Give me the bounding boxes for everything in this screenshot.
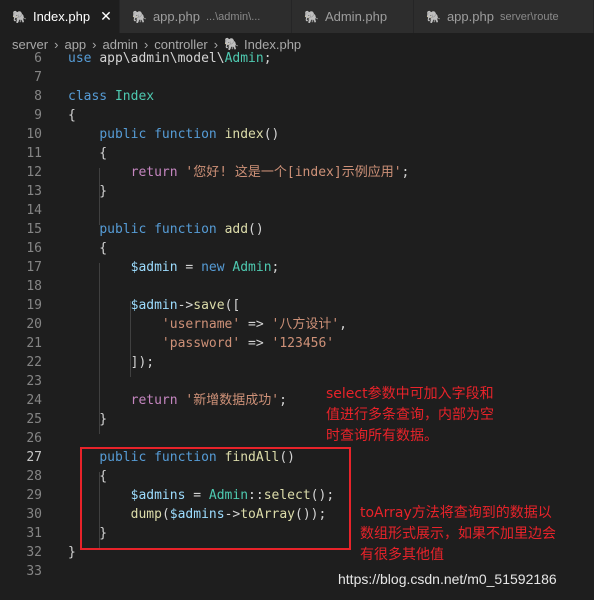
line-number: 18 <box>26 279 42 294</box>
code-text: ]); <box>68 355 155 370</box>
code-text: public function add() <box>99 222 264 237</box>
code-text: { <box>68 146 108 161</box>
code-line[interactable]: 26 <box>0 429 594 448</box>
tab-path-hint: server\route <box>499 10 559 23</box>
annotation-line: 时查询所有数据。 <box>326 428 438 444</box>
code-line[interactable]: 16 { <box>0 239 594 258</box>
tab-index-php[interactable]: 🐘 Index.php ✕ <box>0 0 120 33</box>
line-number: 32 <box>26 545 42 560</box>
line-number: 26 <box>26 431 42 446</box>
line-number: 16 <box>26 241 42 256</box>
line-number: 12 <box>26 165 42 180</box>
code-text: } <box>68 545 76 560</box>
code-text: } <box>68 184 108 199</box>
line-number: 21 <box>26 336 42 351</box>
tab-admin-php[interactable]: 🐘 Admin.php <box>292 0 414 33</box>
tab-label: app.php <box>446 9 494 24</box>
line-number: 9 <box>34 108 42 123</box>
line-number: 23 <box>26 374 42 389</box>
code-line[interactable]: 8 class Index <box>0 87 594 106</box>
code-line[interactable]: 11 { <box>0 144 594 163</box>
line-number: 6 <box>34 51 42 66</box>
code-text: use app\admin\model\Admin; <box>68 51 272 66</box>
line-number: 30 <box>26 507 42 522</box>
line-number: 15 <box>26 222 42 237</box>
indent-guide <box>130 301 131 377</box>
code-text: 'password' => '123456' <box>161 336 335 351</box>
tab-label: Index.php <box>32 9 91 24</box>
line-number: 28 <box>26 469 42 484</box>
line-number: 14 <box>26 203 42 218</box>
annotation-line: 有很多其他值 <box>360 547 444 563</box>
php-file-icon: 🐘 <box>426 9 441 24</box>
code-line[interactable]: 15 public function add() <box>0 220 594 239</box>
code-line[interactable]: 20 'username' => '八方设计', <box>0 315 594 334</box>
line-number: 19 <box>26 298 42 313</box>
annotation-line: 数组形式展示，如果不加里边会 <box>360 526 556 542</box>
code-text: } <box>68 412 108 427</box>
code-line[interactable]: 9{ <box>0 106 594 125</box>
code-text: return '新增数据成功'; <box>130 393 287 408</box>
code-text: public function index() <box>99 127 280 142</box>
line-number: 24 <box>26 393 42 408</box>
php-file-icon: 🐘 <box>12 9 27 24</box>
code-text: 'username' => '八方设计', <box>161 317 347 332</box>
indent-guide <box>99 263 100 434</box>
code-line[interactable]: 19 $admin->save([ <box>0 296 594 315</box>
line-number: 7 <box>34 70 42 85</box>
annotation-line: toArray方法将查询到的数据以 <box>360 505 552 521</box>
php-file-icon: 🐘 <box>132 9 147 24</box>
php-file-icon: 🐘 <box>304 9 319 24</box>
line-number: 17 <box>26 260 42 275</box>
annotation-select: select参数中可加入字段和 值进行多条查询，内部为空 时查询所有数据。 <box>326 384 494 447</box>
code-line[interactable]: 18 <box>0 277 594 296</box>
code-line[interactable]: 22 ]); <box>0 353 594 372</box>
code-text: $admin->save([ <box>130 298 241 313</box>
highlight-box <box>80 447 351 550</box>
code-line[interactable]: 6 use app\admin\model\Admin; <box>0 49 594 68</box>
code-line[interactable]: 25 } <box>0 410 594 429</box>
code-text: { <box>68 241 108 256</box>
code-line[interactable]: 13 } <box>0 182 594 201</box>
code-line[interactable]: 7 <box>0 68 594 87</box>
line-number: 11 <box>26 146 42 161</box>
annotation-toarray: toArray方法将查询到的数据以 数组形式展示，如果不加里边会 有很多其他值 <box>360 503 556 566</box>
code-line[interactable]: 14 <box>0 201 594 220</box>
tab-app-php-route[interactable]: 🐘 app.php server\route <box>414 0 594 33</box>
annotation-line: 值进行多条查询，内部为空 <box>326 407 494 423</box>
code-text: return '您好! 这是一个[index]示例应用'; <box>130 165 410 180</box>
code-line[interactable]: 10 public function index() <box>0 125 594 144</box>
code-text: { <box>68 108 76 123</box>
tab-bar: 🐘 Index.php ✕ 🐘 app.php ...\admin\... 🐘 … <box>0 0 594 33</box>
code-line[interactable]: 23 <box>0 372 594 391</box>
tab-path-hint: ...\admin\... <box>205 10 261 23</box>
tab-label: Admin.php <box>324 9 388 24</box>
code-line[interactable]: 17 $admin = new Admin; <box>0 258 594 277</box>
line-number: 25 <box>26 412 42 427</box>
line-number: 27 <box>26 450 42 465</box>
line-number: 31 <box>26 526 42 541</box>
annotation-line: select参数中可加入字段和 <box>326 386 494 402</box>
tab-app-php-admin[interactable]: 🐘 app.php ...\admin\... <box>120 0 292 33</box>
line-number: 13 <box>26 184 42 199</box>
code-text: class Index <box>68 89 155 104</box>
indent-guide <box>99 168 100 225</box>
watermark: https://blog.csdn.net/m0_51592186 <box>338 571 557 587</box>
code-line[interactable]: 24 return '新增数据成功'; <box>0 391 594 410</box>
code-line[interactable]: 21 'password' => '123456' <box>0 334 594 353</box>
code-line[interactable]: 12 return '您好! 这是一个[index]示例应用'; <box>0 163 594 182</box>
line-number: 29 <box>26 488 42 503</box>
line-number: 10 <box>26 127 42 142</box>
close-icon[interactable]: ✕ <box>100 9 112 25</box>
line-number: 8 <box>34 89 42 104</box>
line-number: 33 <box>26 564 42 579</box>
line-number: 20 <box>26 317 42 332</box>
tab-label: app.php <box>152 9 200 24</box>
line-number: 22 <box>26 355 42 370</box>
